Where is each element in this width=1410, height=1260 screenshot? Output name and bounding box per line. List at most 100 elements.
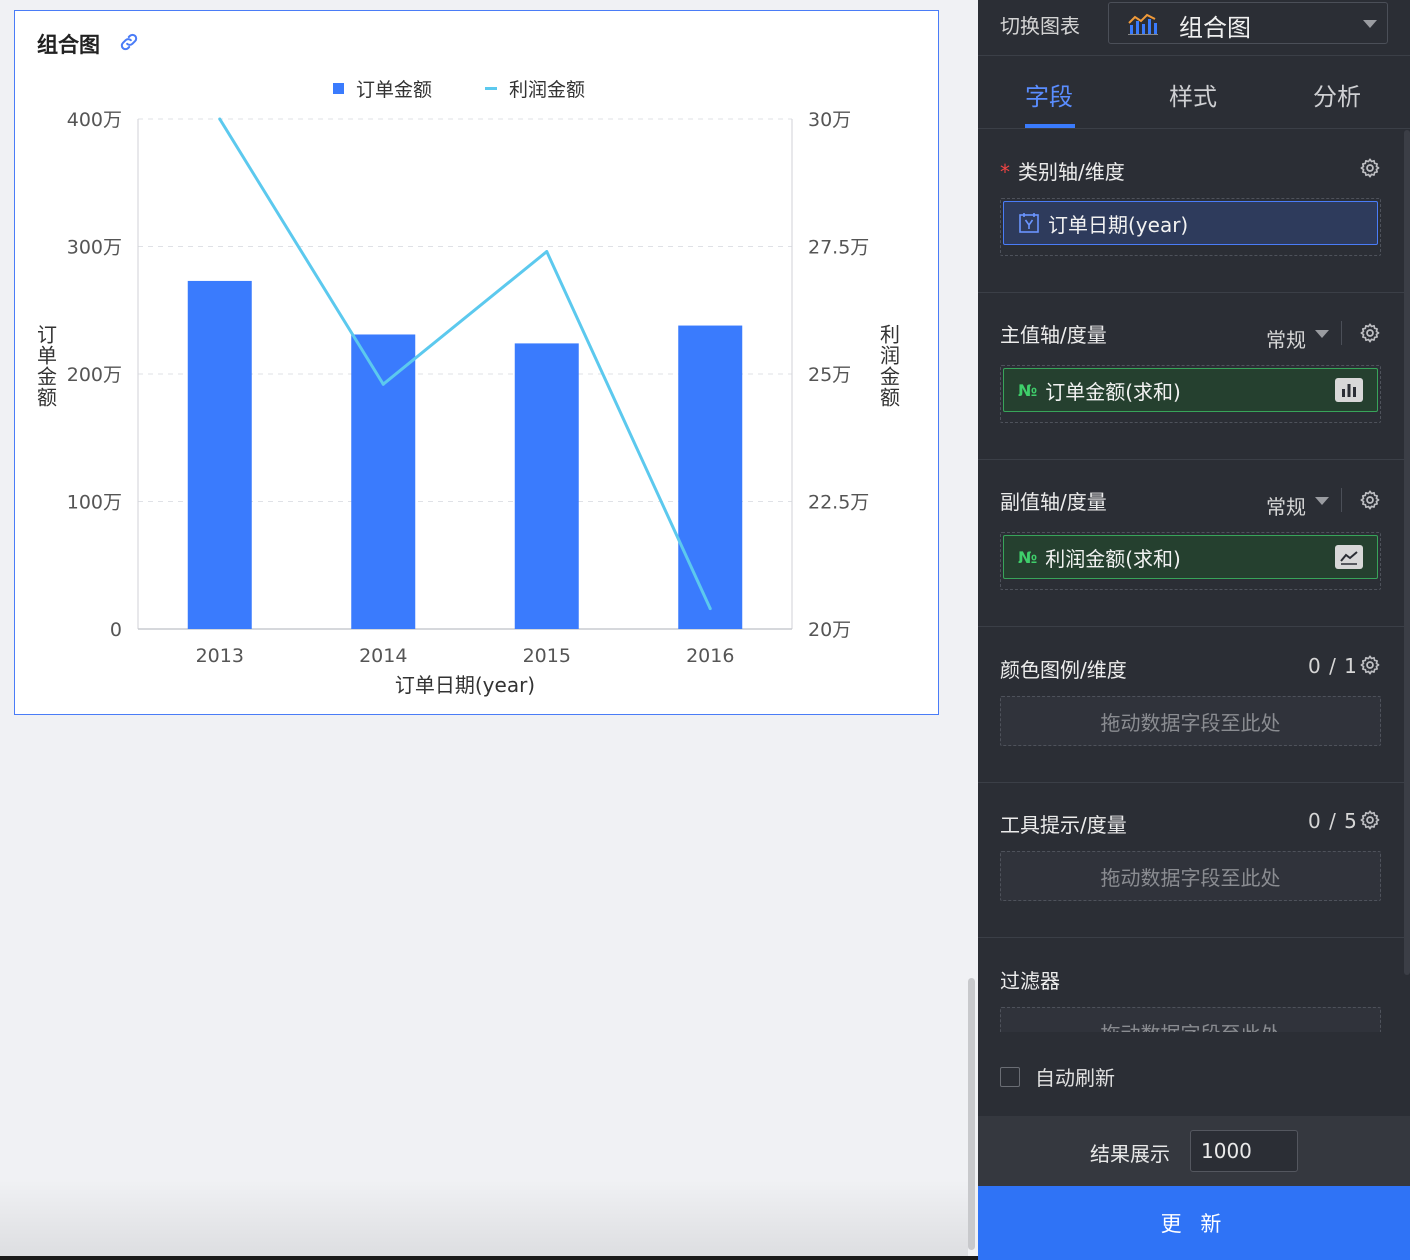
tooltip-drop[interactable]: 拖动数据字段至此处 bbox=[1000, 851, 1381, 901]
y-tick-label: 0 bbox=[110, 619, 122, 641]
chart-title: 组合图 bbox=[37, 33, 100, 57]
x-tick-label: 2015 bbox=[523, 645, 571, 667]
y-right-tick-label: 27.5万 bbox=[808, 237, 869, 259]
secondary-axis-section: 副值轴/度量 常规 № 利润金额(求和) bbox=[978, 460, 1404, 627]
divider bbox=[1341, 321, 1342, 345]
bar-2013 bbox=[187, 280, 252, 629]
y-right-tick-label: 22.5万 bbox=[808, 492, 869, 514]
active-tab-indicator bbox=[1025, 124, 1075, 128]
profit-point-2014 bbox=[381, 382, 385, 386]
divider bbox=[1341, 488, 1342, 512]
chevron-down-icon[interactable] bbox=[1315, 497, 1329, 505]
switch-chart-label: 切换图表 bbox=[1000, 14, 1080, 38]
auto-refresh-checkbox[interactable] bbox=[1000, 1066, 1020, 1087]
result-limit-label: 结果展示 bbox=[1090, 1142, 1170, 1166]
y-tick-label: 200万 bbox=[67, 364, 122, 386]
bar-2014 bbox=[351, 334, 416, 629]
y-tick-label: 100万 bbox=[67, 492, 122, 514]
tab-fields[interactable]: 字段 bbox=[1025, 77, 1073, 112]
secondary-axis-mode[interactable]: 常规 bbox=[1266, 491, 1306, 520]
profit-point-2015 bbox=[545, 250, 549, 254]
gear-icon[interactable] bbox=[1359, 322, 1381, 344]
bar-chart-icon[interactable] bbox=[1335, 378, 1363, 402]
x-axis-title: 订单日期(year) bbox=[395, 673, 535, 697]
primary-axis-title: 主值轴/度量 bbox=[1000, 323, 1107, 347]
category-axis-drop[interactable]: 订单日期(year) bbox=[1000, 198, 1381, 256]
chevron-down-icon bbox=[1363, 20, 1377, 28]
number-icon: № bbox=[1018, 547, 1038, 567]
number-icon: № bbox=[1018, 380, 1038, 400]
category-axis-section: * 类别轴/维度 订单日期(year) bbox=[978, 130, 1404, 293]
y-right-axis-title-char: 额 bbox=[880, 386, 900, 410]
secondary-field-label: 利润金额(求和) bbox=[1045, 546, 1181, 571]
tooltip-title: 工具提示/度量 bbox=[1000, 813, 1127, 837]
update-button[interactable]: 更 新 bbox=[978, 1186, 1410, 1260]
auto-refresh-label: 自动刷新 bbox=[1035, 1066, 1115, 1090]
gear-icon[interactable] bbox=[1359, 809, 1381, 831]
legend-bar-swatch bbox=[333, 83, 344, 94]
primary-axis-mode[interactable]: 常规 bbox=[1266, 324, 1306, 353]
bar-2015 bbox=[514, 343, 579, 629]
required-mark: * bbox=[1000, 160, 1010, 184]
y-tick-label: 300万 bbox=[67, 237, 122, 259]
link-icon[interactable] bbox=[118, 31, 140, 53]
x-tick-label: 2016 bbox=[686, 645, 734, 667]
profit-point-2016 bbox=[708, 607, 712, 611]
canvas-bottom-fade bbox=[0, 1180, 968, 1260]
legend-line-swatch bbox=[485, 87, 497, 90]
chart-switch-row: 切换图表 组合图 bbox=[978, 0, 1410, 56]
bar-2016 bbox=[678, 325, 743, 629]
gear-icon[interactable] bbox=[1359, 489, 1381, 511]
canvas-bottom-border bbox=[0, 1256, 978, 1260]
category-axis-title-text: 类别轴/维度 bbox=[1018, 160, 1125, 184]
bar-chart-glyph bbox=[1342, 384, 1356, 397]
gear-icon[interactable] bbox=[1359, 654, 1381, 676]
result-limit-input[interactable] bbox=[1190, 1130, 1298, 1172]
canvas-scrollbar[interactable] bbox=[968, 978, 975, 1250]
chart-legend: 订单金额 利润金额 bbox=[15, 75, 938, 103]
panel-scrollbar[interactable] bbox=[1404, 130, 1410, 975]
profit-line bbox=[218, 118, 712, 610]
tooltip-count: 0 / 5 bbox=[1308, 809, 1358, 833]
line-chart-icon[interactable] bbox=[1335, 545, 1363, 569]
filter-drop[interactable]: 拖动数据字段至此处 bbox=[1000, 1007, 1381, 1032]
primary-axis-section: 主值轴/度量 常规 № 订单金额(求和) bbox=[978, 293, 1404, 460]
y-right-tick-label: 20万 bbox=[808, 619, 851, 641]
filter-section: 过滤器 拖动数据字段至此处 bbox=[978, 938, 1404, 1032]
chevron-down-icon[interactable] bbox=[1315, 330, 1329, 338]
config-panel: 切换图表 组合图 字段 样式 分析 * 类别轴/维度 订单日期(year) 主值… bbox=[978, 0, 1410, 1260]
combo-chart-icon bbox=[1128, 13, 1158, 35]
gear-icon[interactable] bbox=[1359, 157, 1381, 179]
y-axis-title-char: 额 bbox=[37, 386, 57, 410]
y-right-tick-label: 30万 bbox=[808, 109, 851, 131]
calendar-year-icon bbox=[1019, 213, 1039, 233]
profit-point-2013 bbox=[218, 117, 222, 121]
result-limit-bar: 结果展示 bbox=[978, 1116, 1410, 1186]
legend-line-label: 利润金额 bbox=[509, 79, 586, 101]
auto-refresh-row[interactable]: 自动刷新 bbox=[1000, 1062, 1115, 1091]
secondary-field-pill[interactable]: № 利润金额(求和) bbox=[1003, 535, 1378, 579]
y-tick-label: 400万 bbox=[67, 109, 122, 131]
primary-axis-drop[interactable]: № 订单金额(求和) bbox=[1000, 365, 1381, 423]
tab-analysis[interactable]: 分析 bbox=[1313, 77, 1361, 112]
filter-title: 过滤器 bbox=[1000, 969, 1060, 993]
tooltip-section: 工具提示/度量 0 / 5 拖动数据字段至此处 bbox=[978, 783, 1404, 938]
chart-type-select[interactable]: 组合图 bbox=[1108, 2, 1388, 44]
primary-field-pill[interactable]: № 订单金额(求和) bbox=[1003, 368, 1378, 412]
category-field-pill[interactable]: 订单日期(year) bbox=[1003, 201, 1378, 245]
tab-style[interactable]: 样式 bbox=[1169, 77, 1217, 112]
legend-item-line[interactable]: 利润金额 bbox=[485, 75, 585, 102]
category-field-label: 订单日期(year) bbox=[1048, 212, 1189, 237]
chart-card: 0 20万 100万 22.5万 200万 25万 300万 27.5万 400万 30万 2013… bbox=[14, 10, 939, 715]
primary-field-label: 订单金额(求和) bbox=[1045, 379, 1181, 404]
legend-bar-label: 订单金额 bbox=[356, 79, 433, 101]
secondary-axis-drop[interactable]: № 利润金额(求和) bbox=[1000, 532, 1381, 590]
secondary-axis-title: 副值轴/度量 bbox=[1000, 490, 1107, 514]
color-legend-drop[interactable]: 拖动数据字段至此处 bbox=[1000, 696, 1381, 746]
y-right-tick-label: 25万 bbox=[808, 364, 851, 386]
chart-type-value: 组合图 bbox=[1179, 14, 1251, 42]
legend-item-bar[interactable]: 订单金额 bbox=[333, 75, 432, 102]
line-chart-glyph bbox=[1340, 551, 1358, 565]
color-legend-section: 颜色图例/维度 0 / 1 拖动数据字段至此处 bbox=[978, 627, 1404, 783]
color-legend-count: 0 / 1 bbox=[1308, 654, 1358, 678]
